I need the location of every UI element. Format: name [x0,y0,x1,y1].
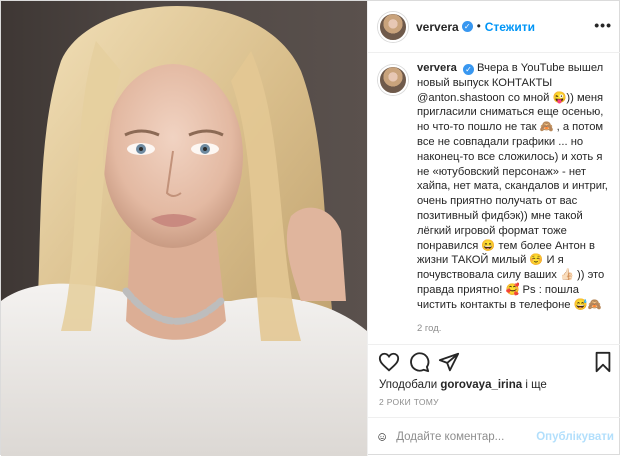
paper-plane-icon[interactable] [438,351,460,373]
caption-text: Вчера в YouTube вышел новый выпуск КОНТА… [417,62,608,311]
likes-suffix[interactable]: і ще [522,379,547,391]
caption-body: ververa ✓ Вчера в YouTube вышел новый вы… [417,61,613,344]
likes-user[interactable]: gorovaya_irina [440,379,522,391]
post-photo[interactable] [1,1,367,456]
caption-username[interactable]: ververa [417,62,457,74]
instagram-post: ververa ✓ • Стежити ••• ververa ✓ Вчера … [0,0,620,456]
more-options-icon[interactable]: ••• [594,17,612,33]
heart-icon[interactable] [378,351,400,373]
comment-box: Опублікувати [368,417,620,456]
post-header: ververa ✓ • Стежити ••• [368,1,620,53]
action-bar [368,344,620,378]
caption-verified-icon: ✓ [462,64,474,75]
caption-section: ververa ✓ Вчера в YouTube вышел новый вы… [368,61,620,344]
publish-button[interactable]: Опублікувати [536,431,614,443]
likes-prefix: Уподобали [379,379,441,391]
caption-time[interactable]: 2 год. [417,322,613,337]
header-username[interactable]: ververa [416,20,459,34]
comment-icon[interactable] [408,351,430,373]
follow-button[interactable]: Стежити [485,20,535,34]
portrait-image [1,6,367,456]
bookmark-icon[interactable] [592,351,614,373]
header-separator: • [476,20,481,33]
smiley-icon[interactable] [378,427,386,447]
avatar[interactable] [378,11,408,42]
caption-avatar[interactable] [378,65,408,95]
comment-input[interactable] [396,431,537,443]
verified-badge-icon: ✓ [461,21,473,32]
likes-line: Уподобали gorovaya_irina і ще [379,379,547,391]
post-side-panel: ververa ✓ • Стежити ••• ververa ✓ Вчера … [367,1,620,456]
post-timestamp[interactable]: 2 РОКИ ТОМУ [379,397,439,407]
